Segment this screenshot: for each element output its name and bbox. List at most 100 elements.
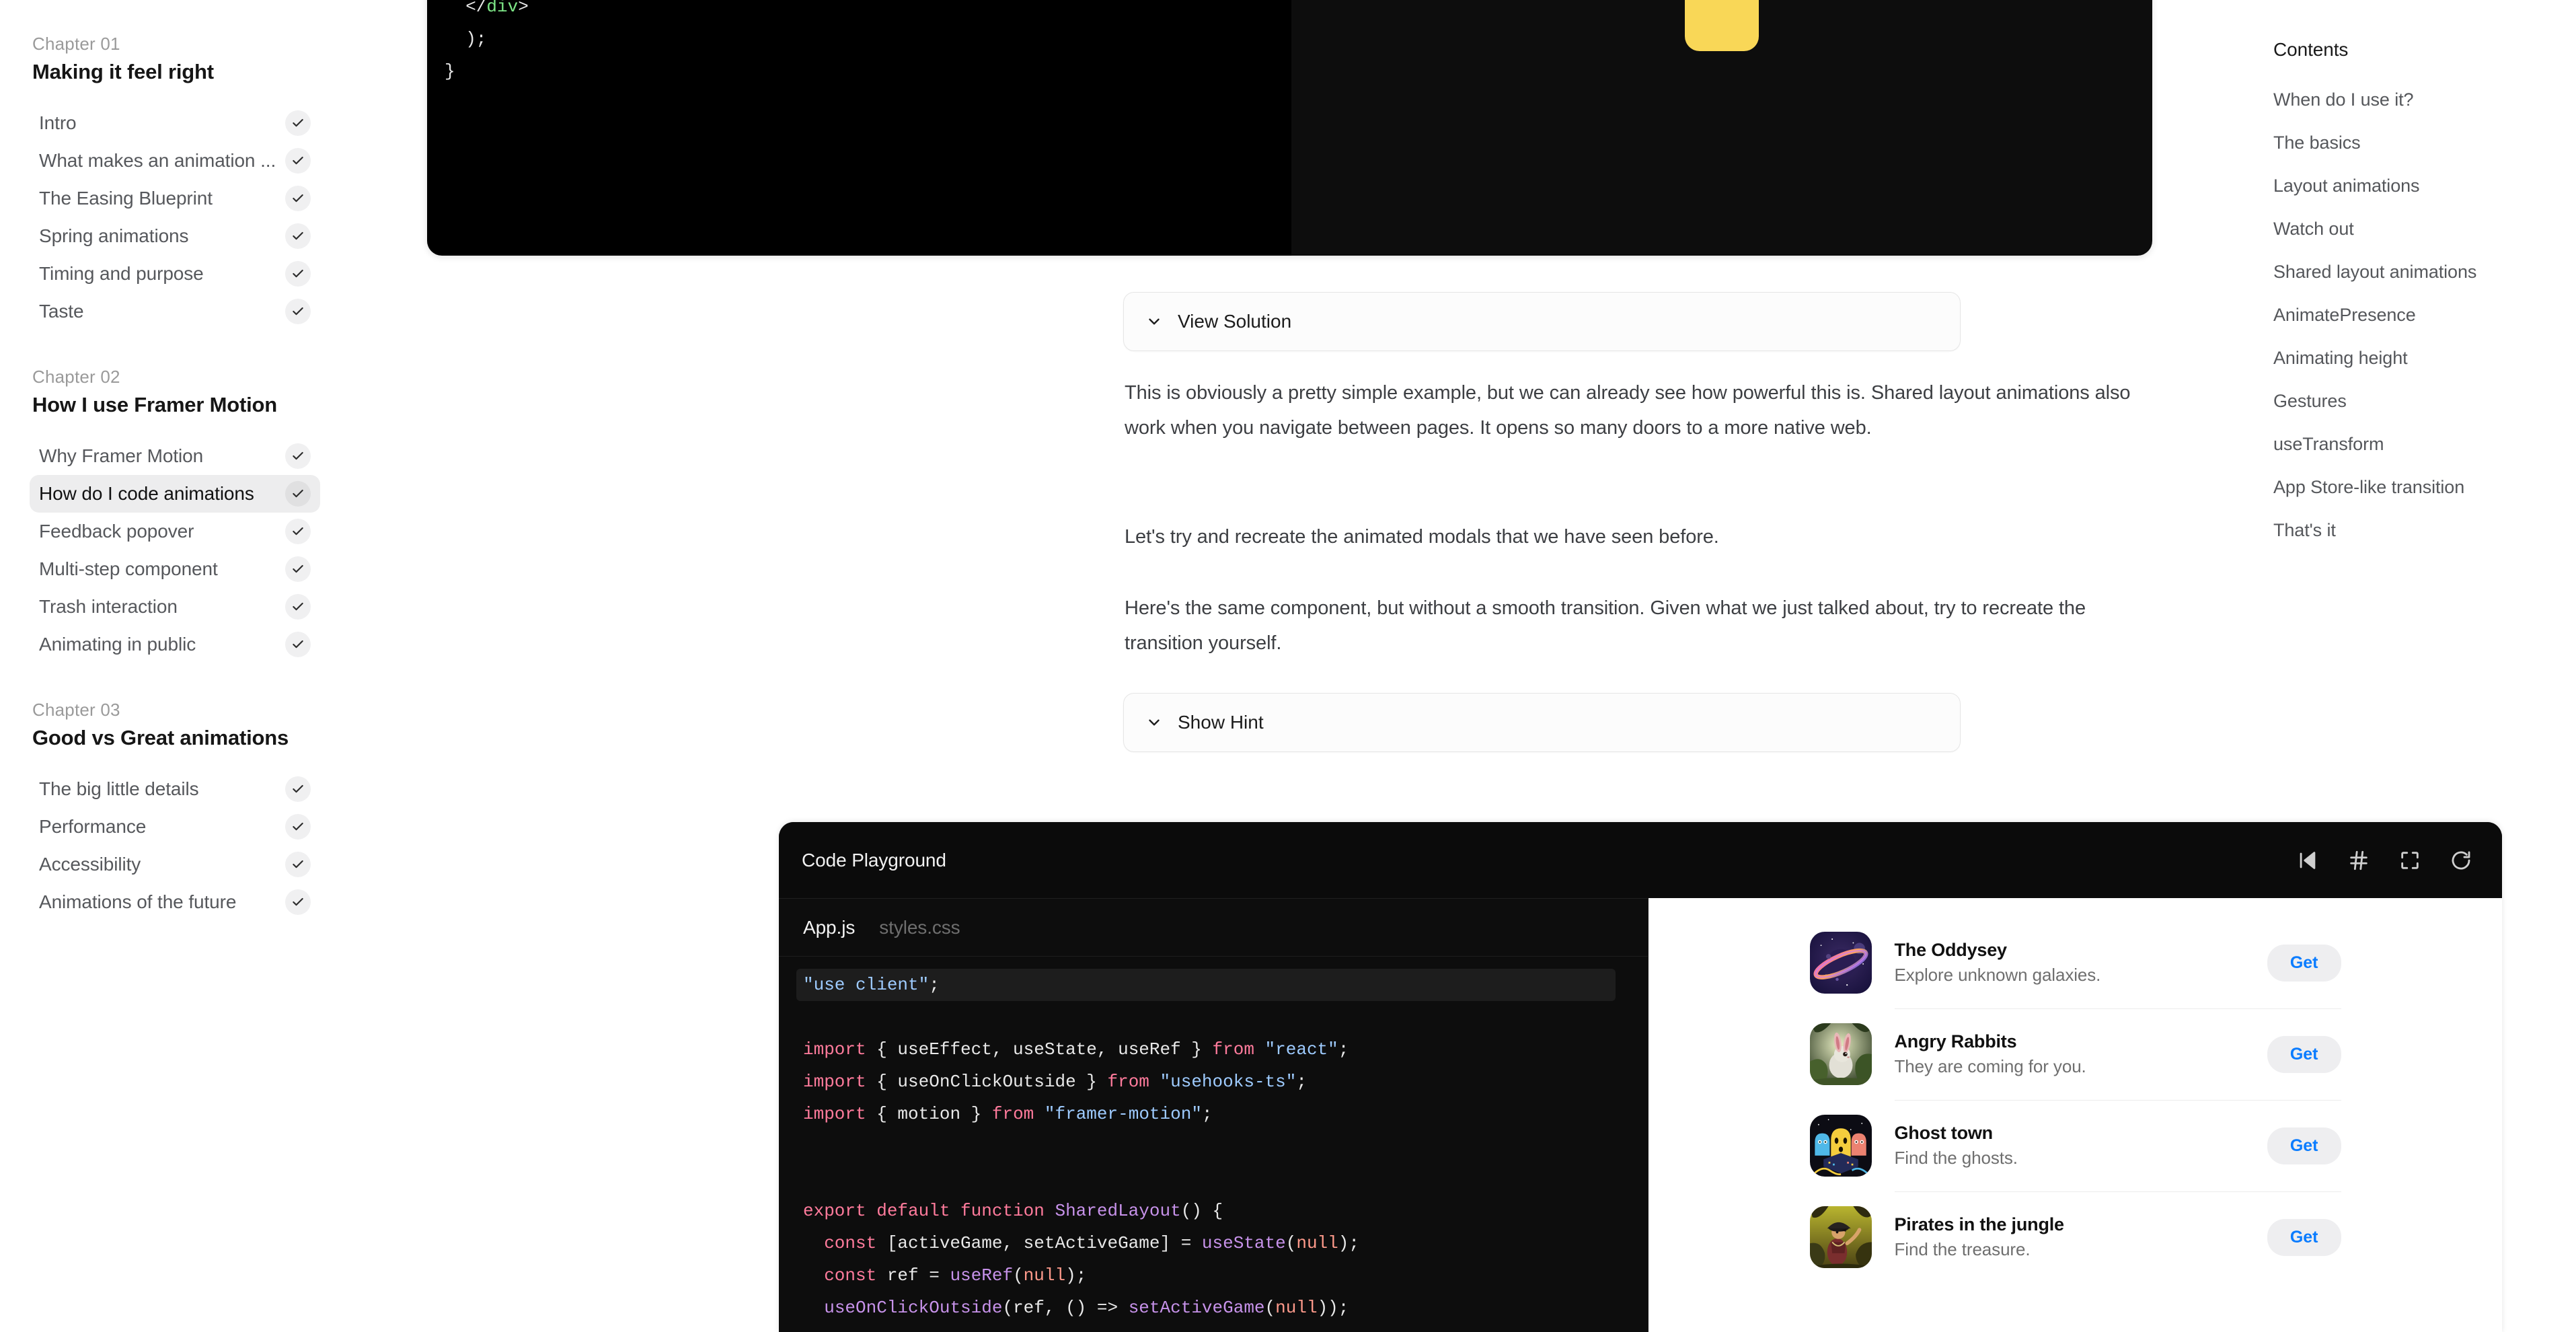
code-token: "framer-motion" [1044,1104,1202,1124]
code-token: setActiveGame [1128,1298,1265,1318]
get-button[interactable]: Get [2267,1127,2341,1164]
game-list-item[interactable]: Angry Rabbits They are coming for you. Get [1809,1008,2341,1100]
sidebar-lesson-item[interactable]: Intro [30,104,320,142]
sidebar-lesson-item[interactable]: Trash interaction [30,588,320,626]
code-token: useOnClickOutside [824,1298,1003,1318]
check-icon [285,443,311,469]
contents-item[interactable]: Animating height [2273,336,2576,379]
sidebar-lesson-item[interactable]: What makes an animation ... [30,142,320,180]
check-icon [285,110,311,136]
code-token: () { [1180,1201,1223,1221]
ghosts-icon [1809,1115,1872,1177]
code-token: null [1296,1233,1338,1253]
code-token: useState [1201,1233,1286,1253]
check-icon [285,632,311,657]
course-sidebar: Chapter 01 Making it feel right Intro What … [0,0,350,1332]
sidebar-chapter: Chapter 03 Good vs Great animations The bi… [30,700,320,921]
sidebar-lesson-item[interactable]: The big little details [30,770,320,808]
get-button[interactable]: Get [2267,944,2341,982]
code-token: from [1212,1039,1254,1060]
contents-item[interactable]: Gestures [2273,379,2576,422]
sidebar-lesson-item[interactable]: Timing and purpose [30,255,320,293]
sidebar-lesson-item[interactable]: Multi-step component [30,550,320,588]
rabbit-icon [1809,1023,1872,1085]
code-token: ; [1296,1072,1307,1092]
top-demo-preview [1291,0,2152,256]
sidebar-lesson-item[interactable]: Feedback popover [30,513,320,550]
code-token: export default function [803,1201,1045,1221]
game-list: The Oddysey Explore unknown galaxies. Get A… [1809,917,2341,1283]
contents-item[interactable]: Shared layout animations [2273,250,2576,293]
lesson-paragraph-2: Let's try and recreate the animated moda… [1125,526,1719,548]
code-line: const [activeGame, setActiveGame] = useS… [803,1227,1648,1259]
chapter-number: Chapter 02 [32,367,120,387]
contents-item[interactable]: When do I use it? [2273,78,2576,121]
lesson-label: Accessibility [39,854,141,875]
contents-item[interactable]: The basics [2273,121,2576,164]
lesson-label: How do I code animations [39,483,254,504]
contents-item[interactable]: useTransform [2273,422,2576,466]
game-description: Find the treasure. [1894,1239,2031,1259]
sidebar-lesson-item[interactable]: Why Framer Motion [30,437,320,475]
contents-item[interactable]: Watch out [2273,207,2576,250]
editor-tab-App-js[interactable]: App.js [803,917,855,938]
code-token: null [1023,1265,1066,1286]
contents-item[interactable]: AnimatePresence [2273,293,2576,336]
sidebar-lesson-item[interactable]: Performance [30,808,320,846]
code-token: "use client" [803,975,930,995]
sidebar-lesson-item[interactable]: Taste [30,293,320,330]
game-title: Pirates in the jungle [1894,1214,2065,1234]
code-line: const ref = useRef(null); [803,1259,1648,1292]
game-description: Find the ghosts. [1894,1148,2018,1168]
sidebar-lesson-item[interactable]: Spring animations [30,217,320,255]
skip-back-icon[interactable] [2296,849,2319,872]
sidebar-lesson-item[interactable]: Animating in public [30,626,320,663]
fullscreen-icon[interactable] [2398,849,2421,872]
lesson-label: The big little details [39,778,199,799]
editor-code[interactable]: "use client"; import { useEffect, useSta… [779,957,1648,1332]
sidebar-lesson-item[interactable]: Animations of the future [30,883,320,921]
show-hint-accordion[interactable]: Show Hint [1123,693,1961,752]
get-button[interactable]: Get [2267,1218,2341,1256]
code-editor: App.js styles.css "use client"; import { … [779,898,1648,1332]
view-solution-accordion[interactable]: View Solution [1123,292,1961,351]
game-list-item[interactable]: Ghost town Find the ghosts. Get [1809,1100,2341,1191]
game-meta: Ghost town Find the ghosts. [1895,1123,2244,1169]
code-token: { useOnClickOutside } [866,1072,1108,1092]
code-token: { motion } [866,1104,992,1124]
code-token: ( [1285,1233,1297,1253]
sidebar-chapter: Chapter 02 How I use Framer Motion Why Fra… [30,367,320,663]
contents-item[interactable]: App Store-like transition [2273,466,2576,509]
chevron-down-icon [1145,714,1163,731]
editor-tab-styles-css[interactable]: styles.css [879,917,960,938]
check-icon [285,594,311,620]
check-icon [285,776,311,802]
grid-icon[interactable] [2347,849,2370,872]
lesson-label: Taste [39,301,84,322]
lesson-label: Feedback popover [39,521,194,542]
code-token: div [486,0,519,17]
sidebar-lesson-item[interactable]: How do I code animations [30,475,320,513]
chapter-title: Making it feel right [32,60,214,83]
lesson-label: Trash interaction [39,596,178,617]
game-title: The Oddysey [1894,940,2008,960]
lesson-label: Performance [39,816,147,837]
lesson-page: Chapter 01 Making it feel right Intro What … [0,0,2576,1332]
game-list-item[interactable]: The Oddysey Explore unknown galaxies. Get [1809,917,2341,1008]
contents-item[interactable]: Layout animations [2273,164,2576,207]
code-line: import { useEffect, useState, useRef } f… [803,1033,1648,1066]
code-line: "use client"; [796,969,1616,1001]
game-list-item[interactable]: Pirates in the jungle Find the treasure. G… [1809,1191,2341,1283]
get-button[interactable]: Get [2267,1035,2341,1073]
playground-preview: The Oddysey Explore unknown galaxies. Get A… [1648,898,2502,1332]
game-meta: Pirates in the jungle Find the treasure. [1895,1214,2244,1260]
contents-item[interactable]: That's it [2273,509,2576,552]
code-token: SharedLayout [1055,1201,1181,1221]
sidebar-lesson-item[interactable]: The Easing Blueprint [30,180,320,217]
code-line: ); [445,23,1291,55]
sidebar-lesson-item[interactable]: Accessibility [30,846,320,883]
code-token: null [1275,1298,1318,1318]
refresh-icon[interactable] [2450,849,2472,872]
